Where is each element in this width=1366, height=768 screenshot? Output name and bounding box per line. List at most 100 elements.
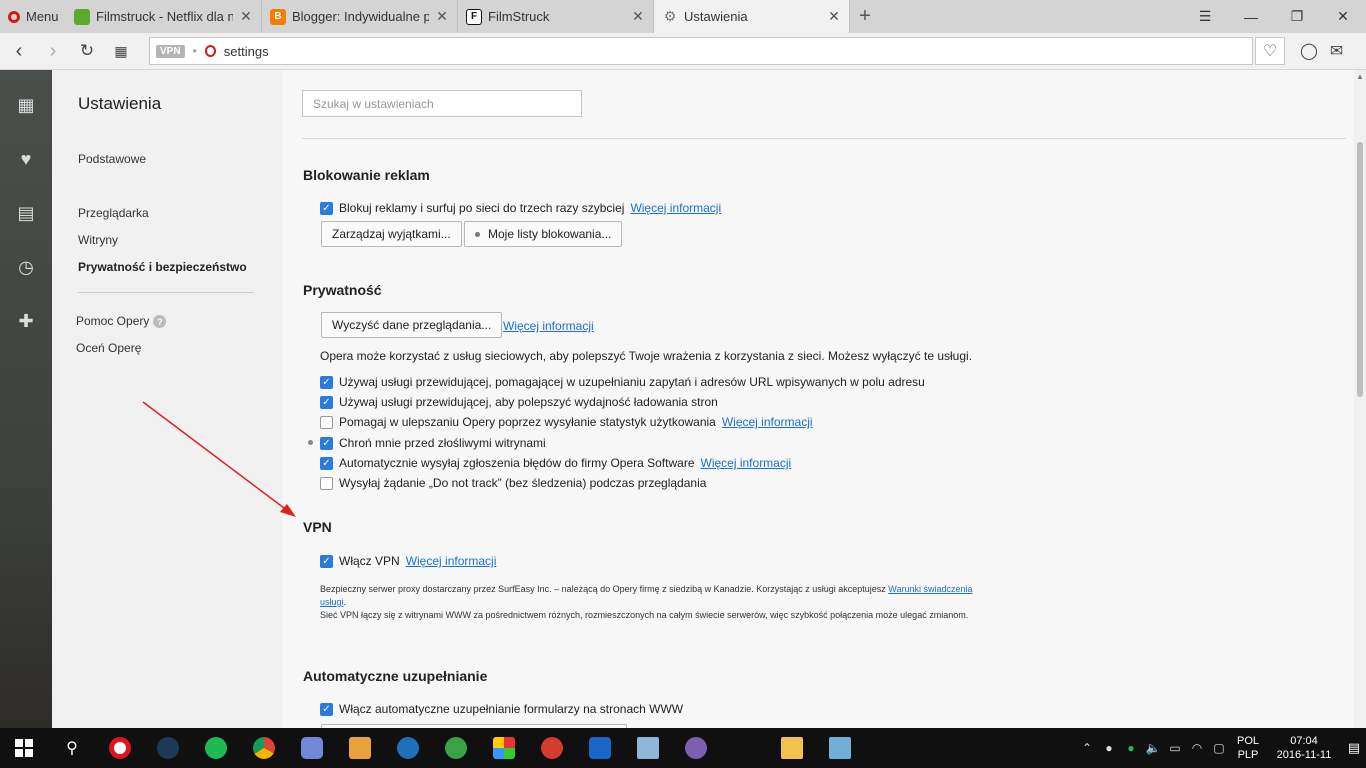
ccleaner-icon[interactable] [528, 728, 576, 768]
more-info-link[interactable]: Więcej informacji [503, 319, 594, 333]
nav-rate-opera[interactable]: Oceń Operę [76, 341, 141, 355]
crash-reports-option[interactable]: ✓ Automatycznie wysyłaj zgłoszenia błędó… [320, 456, 791, 470]
block-ads-option[interactable]: ✓ Blokuj reklamy i surfuj po sieci do tr… [320, 201, 721, 215]
nav-item-basic[interactable]: Podstawowe [78, 152, 146, 166]
history-clock-icon[interactable]: ◷ [0, 240, 52, 294]
tab-title: Ustawienia [684, 9, 748, 24]
wifi-icon[interactable]: ◠ [1186, 741, 1208, 755]
file-explorer-icon[interactable] [768, 728, 816, 768]
checkbox-checked[interactable]: ✓ [320, 456, 333, 470]
checkbox-checked[interactable]: ✓ [320, 201, 333, 215]
message-icon[interactable]: ▢ [1208, 741, 1230, 755]
torrent-icon[interactable] [672, 728, 720, 768]
heart-icon[interactable]: ♥ [0, 132, 52, 186]
checkbox-checked[interactable]: ✓ [320, 375, 333, 389]
scrollbar[interactable]: ▲ [1354, 70, 1366, 728]
windows-start-icon[interactable] [0, 728, 48, 768]
speed-dial-icon[interactable]: ▦ [0, 78, 52, 132]
do-not-track-option[interactable]: Wysyłaj żądanie „Do not track” (bez śled… [320, 476, 706, 490]
opera-menu-button[interactable]: Menu [0, 0, 66, 33]
close-icon[interactable]: ✕ [435, 8, 449, 25]
app-blue-icon[interactable] [816, 728, 864, 768]
checkbox-checked[interactable]: ✓ [320, 702, 333, 716]
search-input[interactable]: Szukaj w ustawieniach [302, 90, 582, 117]
block-lists-button[interactable]: Moje listy blokowania... [464, 221, 623, 247]
manage-exceptions-button[interactable]: Zarządzaj wyjątkami... [321, 221, 462, 247]
opera-taskbar-icon[interactable] [96, 728, 144, 768]
close-window-icon[interactable]: ✕ [1320, 0, 1366, 33]
news-icon[interactable]: ▤ [0, 186, 52, 240]
nav-help-opera[interactable]: Pomoc Opery? [76, 314, 167, 329]
gear-icon: ⚙ [663, 8, 677, 24]
keyboard-layout: PLP [1237, 749, 1259, 761]
cleaner-icon[interactable] [336, 728, 384, 768]
checkbox-unchecked[interactable] [320, 415, 333, 429]
close-icon[interactable]: ✕ [239, 8, 253, 25]
new-tab-button[interactable]: + [850, 0, 880, 33]
tab-filmstruck[interactable]: F FilmStruck ✕ [458, 0, 654, 33]
predict-load-option[interactable]: ✓ Używaj usługi przewidującej, aby polep… [320, 395, 718, 409]
date-text: 2016-11-11 [1276, 749, 1332, 761]
volume-icon[interactable]: 🔈 [1142, 741, 1164, 755]
more-info-link[interactable]: Więcej informacji [630, 201, 721, 215]
app-window-icon[interactable] [624, 728, 672, 768]
spotify-icon[interactable] [192, 728, 240, 768]
language-indicator[interactable]: POL PLP [1230, 734, 1266, 762]
battery-icon[interactable]: ▭ [1164, 741, 1186, 755]
tab-blogger[interactable]: B Blogger: Indywidualne prze ✕ [262, 0, 458, 33]
app-green-icon[interactable] [432, 728, 480, 768]
more-info-link[interactable]: Więcej informacji [722, 415, 813, 429]
predict-url-option[interactable]: ✓ Używaj usługi przewidującej, pomagając… [320, 375, 925, 389]
speed-dial-grid-icon[interactable]: ▦ [104, 33, 138, 70]
forward-icon[interactable]: › [36, 33, 70, 70]
separator-dot: • [192, 44, 197, 58]
steam-icon[interactable] [144, 728, 192, 768]
checkbox-checked[interactable]: ✓ [320, 436, 333, 450]
nav-item-websites[interactable]: Witryny [78, 233, 118, 247]
malware-protection-option[interactable]: ✓ Chroń mnie przed złośliwymi witrynami [320, 436, 546, 450]
vpn-badge[interactable]: VPN [156, 44, 185, 58]
extensions-puzzle-icon[interactable]: ✚ [0, 294, 52, 348]
nav-item-privacy-security[interactable]: Prywatność i bezpieczeństwo [78, 260, 247, 274]
minimize-icon[interactable]: — [1228, 0, 1274, 33]
usage-stats-option[interactable]: Pomagaj w ulepszaniu Opery poprzez wysył… [320, 415, 813, 429]
maximize-icon[interactable]: ❐ [1274, 0, 1320, 33]
scroll-up-icon[interactable]: ▲ [1354, 72, 1366, 82]
nav-item-browser[interactable]: Przeglądarka [78, 206, 149, 220]
heart-icon[interactable]: ♡ [1255, 37, 1285, 65]
more-info-link[interactable]: Więcej informacji [406, 554, 497, 568]
scroll-thumb[interactable] [1357, 142, 1363, 397]
enable-vpn-option[interactable]: ✓ Włącz VPN Więcej informacji [320, 554, 496, 568]
app-moon-icon[interactable] [384, 728, 432, 768]
checkbox-checked[interactable]: ✓ [320, 395, 333, 409]
checkbox-checked[interactable]: ✓ [320, 554, 333, 568]
section-title-autofill: Automatyczne uzupełnianie [303, 668, 488, 684]
chevron-up-icon[interactable]: ⌃ [1076, 741, 1098, 755]
notifications-icon[interactable]: ▤ [1342, 728, 1366, 768]
back-icon[interactable]: ‹ [2, 33, 36, 70]
profile-icon[interactable]: ◯ [1300, 41, 1318, 61]
app-colorful-icon[interactable] [480, 728, 528, 768]
url-text[interactable]: settings [224, 44, 269, 59]
tab-menu-icon[interactable]: ☰ [1182, 0, 1228, 33]
reload-icon[interactable]: ↻ [70, 33, 104, 70]
close-icon[interactable]: ✕ [827, 8, 841, 25]
malwarebytes-icon[interactable] [576, 728, 624, 768]
autofill-option[interactable]: ✓ Włącz automatyczne uzupełnianie formul… [320, 702, 683, 716]
tab-settings[interactable]: ⚙ Ustawienia ✕ [654, 0, 850, 33]
more-info-link[interactable]: Więcej informacji [701, 456, 792, 470]
chrome-icon[interactable] [240, 728, 288, 768]
search-icon[interactable]: ⚲ [48, 728, 96, 768]
spotify-tray-icon[interactable]: ● [1120, 741, 1142, 755]
checkbox-unchecked[interactable] [320, 476, 333, 490]
url-field[interactable]: VPN • settings [149, 37, 1253, 65]
discord-icon[interactable] [288, 728, 336, 768]
option-label: Używaj usługi przewidującej, aby polepsz… [339, 395, 718, 409]
mail-icon[interactable]: ✉ [1330, 41, 1343, 61]
close-icon[interactable]: ✕ [631, 8, 645, 25]
clear-browsing-data-button[interactable]: Wyczyść dane przeglądania... [321, 312, 503, 338]
steam-tray-icon[interactable]: ● [1098, 741, 1120, 755]
app-blank-icon[interactable] [720, 728, 768, 768]
tab-filmstruck-netflix[interactable]: Filmstruck - Netflix dla nisz ✕ [66, 0, 262, 33]
clock[interactable]: 07:04 2016-11-11 [1266, 734, 1342, 762]
